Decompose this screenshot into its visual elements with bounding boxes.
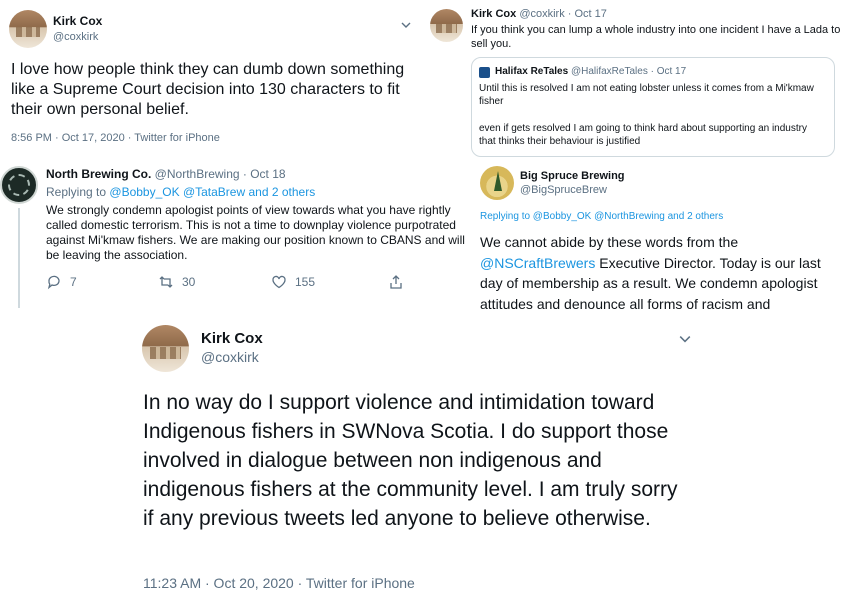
avatar[interactable]: [480, 166, 514, 200]
reply-count: 7: [70, 275, 77, 289]
like-count: 155: [295, 275, 316, 289]
like-button[interactable]: 155: [271, 274, 315, 290]
tweet-card-1[interactable]: Kirk Cox @coxkirk I love how people thin…: [0, 0, 425, 158]
replying-users-link[interactable]: @Bobby_OK @TataBrew and 2 others: [109, 185, 315, 199]
tweet-text: In no way do I support violence and inti…: [143, 391, 678, 530]
author-name[interactable]: Kirk Cox: [201, 330, 263, 347]
replying-prefix: Replying to: [46, 185, 107, 199]
tweet-card-2[interactable]: Kirk Cox @coxkirk · Oct 17 If you think …: [425, 0, 845, 162]
thread-line: [18, 208, 20, 308]
reply-button[interactable]: 7: [46, 274, 77, 290]
author-name[interactable]: North Brewing Co.: [46, 167, 151, 181]
tweet-text: We cannot abide by these words from the …: [480, 232, 844, 314]
avatar[interactable]: [430, 9, 463, 42]
tweet-text: We strongly condemn apologist points of …: [46, 203, 465, 262]
retweet-count: 30: [182, 275, 196, 289]
quote-text-1: Until this is resolved I am not eating l…: [479, 83, 814, 107]
retweet-icon: [159, 276, 173, 288]
tweet-text-start: We cannot abide by these words from the: [480, 234, 739, 250]
tweet-card-3[interactable]: North Brewing Co. @NorthBrewing · Oct 18…: [0, 158, 478, 310]
author-handle[interactable]: @BigSpruceBrew: [520, 184, 607, 196]
like-icon: [272, 275, 286, 289]
author-name[interactable]: Big Spruce Brewing: [520, 170, 625, 182]
quote-author-name: Halifax ReTales: [495, 66, 569, 77]
avatar[interactable]: [0, 166, 38, 204]
quote-handle-date: @HalifaxReTales · Oct 17: [570, 66, 687, 77]
quoted-tweet[interactable]: Halifax ReTales @HalifaxReTales · Oct 17…: [471, 57, 835, 157]
replying-to: Replying to @Bobby_OK @TataBrew and 2 ot…: [46, 185, 315, 199]
share-icon: [390, 275, 402, 289]
share-button[interactable]: [388, 274, 404, 290]
author-handle-date[interactable]: @coxkirk · Oct 17: [519, 8, 607, 20]
author-handle-date[interactable]: @NorthBrewing · Oct 18: [155, 167, 286, 181]
chevron-down-icon[interactable]: [401, 17, 411, 28]
tweet-meta: 8:56 PM · Oct 17, 2020 · Twitter for iPh…: [11, 132, 220, 144]
author-handle[interactable]: @coxkirk: [53, 31, 98, 43]
tweet-text: I love how people think they can dumb do…: [11, 61, 405, 118]
retweet-button[interactable]: 30: [158, 274, 195, 290]
tweet-header: North Brewing Co. @NorthBrewing · Oct 18: [46, 167, 286, 181]
avatar[interactable]: [9, 10, 47, 48]
tweet-card-5[interactable]: Kirk Cox @coxkirk In no way do I support…: [133, 318, 708, 600]
tweet-meta: 11:23 AM · Oct 20, 2020 · Twitter for iP…: [143, 575, 415, 591]
replying-to[interactable]: Replying to @Bobby_OK @NorthBrewing and …: [480, 211, 723, 222]
author-handle[interactable]: @coxkirk: [201, 349, 259, 365]
chevron-down-icon[interactable]: [679, 332, 691, 344]
reply-icon: [47, 275, 60, 290]
quote-header: Halifax ReTales @HalifaxReTales · Oct 17: [495, 66, 686, 77]
author-name[interactable]: Kirk Cox: [53, 14, 102, 28]
mention-link[interactable]: @NSCraftBrewers: [480, 255, 595, 271]
quote-avatar-icon: [479, 67, 490, 78]
author-name[interactable]: Kirk Cox: [471, 8, 516, 20]
tweet-card-4[interactable]: Big Spruce Brewing @BigSpruceBrew Replyi…: [478, 162, 845, 318]
tweet-text: If you think you can lump a whole indust…: [471, 24, 841, 50]
tweet-header: Kirk Cox @coxkirk · Oct 17: [471, 8, 607, 20]
avatar[interactable]: [142, 325, 189, 372]
quote-text-2: even if gets resolved I am going to thin…: [479, 123, 807, 147]
